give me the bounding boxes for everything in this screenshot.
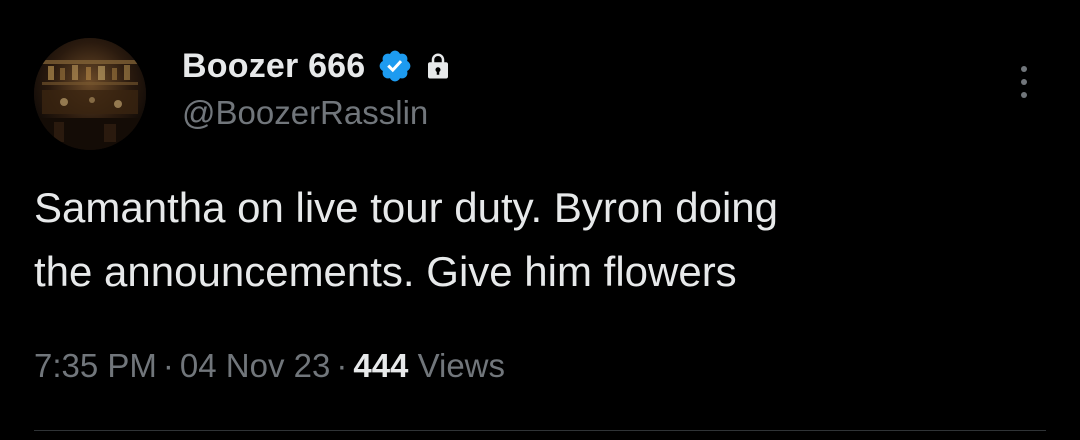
tweet-time[interactable]: 7:35 PM [34,347,157,384]
avatar-photo [34,38,146,150]
more-options-button[interactable] [1006,60,1042,104]
separator: · [162,347,174,384]
tweet-text: Samantha on live tour duty. Byron doing … [34,176,1014,304]
more-vertical-icon [1021,66,1027,98]
tweet-card[interactable]: Boozer 666 @BoozerRasslin Samantha on li… [0,0,1080,440]
author-name-row[interactable]: Boozer 666 [182,44,453,88]
verified-badge-icon[interactable] [377,48,413,84]
avatar[interactable] [34,38,146,150]
tweet-date[interactable]: 04 Nov 23 [180,347,330,384]
tweet-text-line: the announcements. Give him flowers [34,248,737,295]
views-label: Views [417,347,506,384]
views-count[interactable]: 444 [353,347,408,384]
display-name[interactable]: Boozer 666 [182,47,365,86]
tweet-text-line: Samantha on live tour duty. Byron doing [34,184,779,231]
tweet-meta: 7:35 PM · 04 Nov 23 · 444 Views [34,347,505,385]
separator: · [336,347,348,384]
lock-icon [423,51,453,81]
divider [34,430,1046,431]
author-handle[interactable]: @BoozerRasslin [182,94,428,132]
